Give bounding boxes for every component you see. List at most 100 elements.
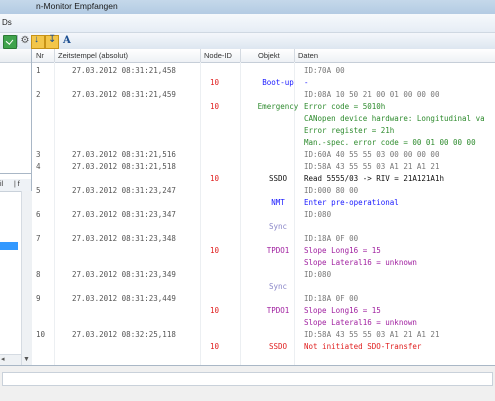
row-timestamp: 27.03.2012 08:31:21,516 xyxy=(72,150,176,159)
table-row[interactable]: 10 TPDO1 Slope Long16 = 15 xyxy=(32,245,495,256)
row-data: ID:080 xyxy=(304,270,332,279)
row-object: Boot-up xyxy=(262,78,294,87)
table-row[interactable]: 2 27.03.2012 08:31:21,459 ID:08A 10 50 21 … xyxy=(32,89,495,100)
header-node-id[interactable]: Node-ID xyxy=(204,51,232,60)
align-icon[interactable] xyxy=(45,34,59,49)
row-nr: 7 xyxy=(36,234,41,243)
table-row[interactable]: 4 27.03.2012 08:31:21,518 ID:58A 43 55 55 … xyxy=(32,161,495,172)
table-row[interactable]: 10 SSDO Not initiated SDO-Transfer xyxy=(32,341,495,352)
table-row[interactable]: 10 SSDO Read 5555/03 -> RIV = 21A121A1h xyxy=(32,173,495,184)
row-object: Sync xyxy=(268,282,288,291)
row-data: ID:000 80 00 xyxy=(304,186,359,195)
gear-icon[interactable]: ⚙ xyxy=(19,35,31,47)
left-bottom-list[interactable]: il | f ▼ ◂ xyxy=(0,179,32,365)
row-timestamp: 27.03.2012 08:31:23,347 xyxy=(72,210,176,219)
table-row[interactable]: 10 TPDO1 Slope Long16 = 15 xyxy=(32,305,495,316)
table-row[interactable]: 1 27.03.2012 08:31:21,458 ID:70A 00 xyxy=(32,65,495,76)
header-data[interactable]: Daten xyxy=(298,51,318,60)
table-row[interactable]: Error register = 21h xyxy=(32,125,495,136)
table-row[interactable]: Man.-spec. error code = 00 01 00 00 00 xyxy=(32,137,495,148)
download-icon[interactable] xyxy=(31,34,45,49)
selected-list-item[interactable] xyxy=(0,242,18,250)
header-separator xyxy=(200,49,201,62)
row-nr: 10 xyxy=(36,330,46,339)
row-data: Error code = 5010h xyxy=(304,102,386,111)
row-data: Slope Lateral16 = unknown xyxy=(304,318,417,327)
row-data: Error register = 21h xyxy=(304,126,395,135)
left-top-list[interactable] xyxy=(0,49,31,174)
table-row[interactable]: Sync xyxy=(32,221,495,232)
header-timestamp[interactable]: Zeitstempel (absolut) xyxy=(58,51,128,60)
row-nr: 2 xyxy=(36,90,41,99)
table-row[interactable]: 5 27.03.2012 08:31:23,247 ID:000 80 00 xyxy=(32,185,495,196)
table-row[interactable]: 10 27.03.2012 08:32:25,118 ID:58A 43 55 55… xyxy=(32,329,495,340)
toolbar: ⚙ A xyxy=(0,33,495,50)
row-nr: 5 xyxy=(36,186,41,195)
message-grid[interactable]: Nr Zeitstempel (absolut) Node-ID Objekt … xyxy=(32,49,495,365)
row-timestamp: 27.03.2012 08:32:25,118 xyxy=(72,330,176,339)
row-data: ID:18A 0F 00 xyxy=(304,234,359,243)
header-nr[interactable]: Nr xyxy=(36,51,44,60)
table-row[interactable]: 10 Emergency Error code = 5010h xyxy=(32,101,495,112)
row-object: NMT xyxy=(271,198,285,207)
title-bar: n-Monitor Empfangen xyxy=(0,0,495,15)
table-row[interactable]: Sync xyxy=(32,281,495,292)
table-row[interactable]: 3 27.03.2012 08:31:21,516 ID:60A 40 55 55 … xyxy=(32,149,495,160)
row-timestamp: 27.03.2012 08:31:23,247 xyxy=(72,186,176,195)
row-timestamp: 27.03.2012 08:31:21,459 xyxy=(72,90,176,99)
table-row[interactable]: 6 27.03.2012 08:31:23,347 ID:080 xyxy=(32,209,495,220)
table-row[interactable]: Slope Lateral16 = unknown xyxy=(32,257,495,268)
row-nr: 3 xyxy=(36,150,41,159)
row-data: CANopen device hardware: Longitudinal va xyxy=(304,114,485,123)
table-row[interactable]: 7 27.03.2012 08:31:23,348 ID:18A 0F 00 xyxy=(32,233,495,244)
table-row[interactable]: 10 Boot-up - xyxy=(32,77,495,88)
row-data: Enter pre-operational xyxy=(304,198,399,207)
row-node-id: 10 xyxy=(210,102,220,111)
row-timestamp: 27.03.2012 08:31:23,449 xyxy=(72,294,176,303)
row-data: ID:080 xyxy=(304,210,332,219)
row-data: ID:70A 00 xyxy=(304,66,345,75)
header-separator xyxy=(240,49,241,62)
window-title: n-Monitor Empfangen xyxy=(36,1,118,11)
row-data: Read 5555/03 -> RIV = 21A121A1h xyxy=(304,174,444,183)
status-area xyxy=(0,365,495,401)
row-nr: 4 xyxy=(36,162,41,171)
left-bottom-col-2[interactable]: | f xyxy=(14,181,28,189)
left-horizontal-scrollbar[interactable]: ◂ xyxy=(0,354,21,365)
row-node-id: 10 xyxy=(210,342,220,351)
row-object: TPDO1 xyxy=(266,246,290,255)
font-icon[interactable]: A xyxy=(63,35,75,47)
row-data: Slope Long16 = 15 xyxy=(304,246,381,255)
table-row[interactable]: 8 27.03.2012 08:31:23,349 ID:080 xyxy=(32,269,495,280)
header-separator xyxy=(54,49,55,62)
table-row[interactable]: Slope Lateral16 = unknown xyxy=(32,317,495,328)
row-data: ID:18A 0F 00 xyxy=(304,294,359,303)
scroll-down-icon[interactable]: ▼ xyxy=(23,356,30,363)
row-node-id: 10 xyxy=(210,246,220,255)
left-vertical-scrollbar[interactable]: ▼ xyxy=(21,191,32,365)
status-box xyxy=(2,372,493,386)
header-object[interactable]: Objekt xyxy=(258,51,280,60)
row-timestamp: 27.03.2012 08:31:23,349 xyxy=(72,270,176,279)
row-timestamp: 27.03.2012 08:31:21,518 xyxy=(72,162,176,171)
green-check-icon[interactable] xyxy=(3,35,17,49)
left-panel: il | f ▼ ◂ xyxy=(0,49,32,365)
scroll-left-icon[interactable]: ◂ xyxy=(1,355,5,363)
row-data: ID:58A 43 55 55 03 A1 21 A1 21 xyxy=(304,330,440,339)
row-data: Man.-spec. error code = 00 01 00 00 00 xyxy=(304,138,476,147)
row-object: Sync xyxy=(268,222,288,231)
header-separator xyxy=(294,49,295,62)
row-object: SSDO xyxy=(268,342,288,351)
left-bottom-col-1[interactable]: il xyxy=(0,181,12,189)
row-data: Not initiated SDO-Transfer xyxy=(304,342,422,351)
menu-item-ds[interactable]: Ds xyxy=(2,18,12,27)
row-timestamp: 27.03.2012 08:31:23,348 xyxy=(72,234,176,243)
table-row[interactable]: NMT Enter pre-operational xyxy=(32,197,495,208)
row-nr: 6 xyxy=(36,210,41,219)
toolbar-separator xyxy=(17,35,18,47)
table-row[interactable]: CANopen device hardware: Longitudinal va xyxy=(32,113,495,124)
row-timestamp: 27.03.2012 08:31:21,458 xyxy=(72,66,176,75)
row-object: Emergency xyxy=(257,102,299,111)
row-nr: 8 xyxy=(36,270,41,279)
table-row[interactable]: 9 27.03.2012 08:31:23,449 ID:18A 0F 00 xyxy=(32,293,495,304)
